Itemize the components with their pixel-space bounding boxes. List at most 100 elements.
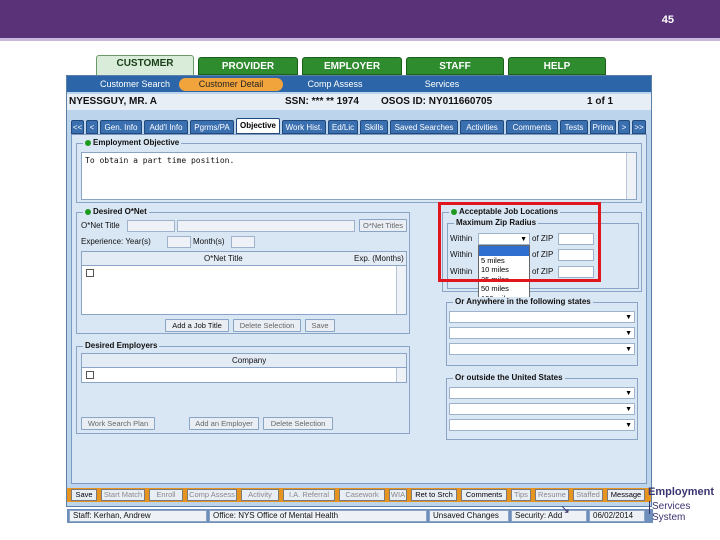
ret-to-srch-button[interactable]: Ret to Srch xyxy=(411,489,457,501)
section-tab-bar: << < Gen. Info Add'l Info Pgrms/PA Objec… xyxy=(71,118,649,134)
save-onet-button[interactable]: Save xyxy=(305,319,335,332)
enroll-button[interactable]: Enroll xyxy=(149,489,183,501)
tab-staff[interactable]: STAFF xyxy=(406,57,504,75)
logo-line-1: Employment xyxy=(648,486,715,498)
add-employer-button[interactable]: Add an Employer xyxy=(189,417,259,430)
highlight-box xyxy=(438,202,601,282)
tab-provider[interactable]: PROVIDER xyxy=(198,57,298,75)
tab-prima[interactable]: Prima xyxy=(590,120,616,134)
onet-title-input[interactable] xyxy=(177,220,355,232)
activity-button[interactable]: Activity xyxy=(241,489,279,501)
add-job-title-button[interactable]: Add a Job Title xyxy=(165,319,229,332)
tab-saved-searches[interactable]: Saved Searches xyxy=(390,120,458,134)
subnav-comp-assess[interactable]: Comp Assess xyxy=(289,77,381,91)
chevron-down-icon: ▼ xyxy=(625,330,632,337)
tab-activities[interactable]: Activities xyxy=(460,120,504,134)
onet-code-input[interactable] xyxy=(127,220,175,232)
state-select-1[interactable]: ▼ xyxy=(449,311,635,323)
tab-gen-info[interactable]: Gen. Info xyxy=(100,120,142,134)
required-dot-icon xyxy=(85,208,91,215)
casework-button[interactable]: Casework xyxy=(339,489,385,501)
col-company: Company xyxy=(232,356,267,365)
experience-months-input[interactable] xyxy=(231,236,255,248)
tab-pgrms-pa[interactable]: Pgrms/PA xyxy=(190,120,234,134)
start-match-button[interactable]: Start Match xyxy=(101,489,145,501)
employment-objective-legend: Employment Objective xyxy=(83,138,182,147)
customer-osos-id: OSOS ID: NY011660705 xyxy=(381,96,493,107)
comments-button[interactable]: Comments xyxy=(461,489,507,501)
state-select-3[interactable]: ▼ xyxy=(449,343,635,355)
employer-table: Company xyxy=(81,353,407,383)
tab-comments[interactable]: Comments xyxy=(506,120,558,134)
subnav-customer-detail[interactable]: Customer Detail xyxy=(179,78,283,91)
tips-button[interactable]: Tips xyxy=(511,489,531,501)
main-frame: Customer Search Customer Detail Comp Ass… xyxy=(66,75,653,523)
ess-logo-mark-icon: ↘ xyxy=(560,502,571,516)
record-pager: 1 of 1 xyxy=(587,96,614,107)
tab-next[interactable]: > xyxy=(618,120,630,134)
tab-first[interactable]: << xyxy=(71,120,84,134)
employment-objective-label: Employment Objective xyxy=(93,138,180,147)
chevron-down-icon: ▼ xyxy=(625,406,632,413)
tab-addl-info[interactable]: Add'l Info xyxy=(144,120,188,134)
customer-info-bar: NYESSGUY, MR. A SSN: *** ** 1974 OSOS ID… xyxy=(67,94,651,110)
experience-years-label: Experience: Year(s) xyxy=(81,237,151,246)
col-onet-title: O*Net Title xyxy=(204,254,243,263)
experience-months-label: Month(s) xyxy=(193,237,225,246)
employer-row-checkbox[interactable] xyxy=(86,371,94,379)
tab-objective[interactable]: Objective xyxy=(236,118,280,134)
tab-skills[interactable]: Skills xyxy=(360,120,388,134)
wia-button[interactable]: WIA xyxy=(389,489,407,501)
tab-tests[interactable]: Tests xyxy=(560,120,588,134)
country-select-2[interactable]: ▼ xyxy=(449,403,635,415)
desired-onet-legend: Desired O*Net xyxy=(83,207,149,216)
onet-title-label: O*Net Title xyxy=(81,221,120,230)
customer-sub-nav: Customer Search Customer Detail Comp Ass… xyxy=(67,76,651,92)
objective-scrollbar[interactable] xyxy=(626,153,636,199)
tab-ed-lic[interactable]: Ed/Lic xyxy=(328,120,358,134)
states-group: Or Anywhere in the following states ▼ ▼ … xyxy=(446,297,638,366)
subnav-customer-search[interactable]: Customer Search xyxy=(85,77,185,91)
delete-employer-selection-button[interactable]: Delete Selection xyxy=(263,417,333,430)
tab-employer[interactable]: EMPLOYER xyxy=(302,57,402,75)
work-search-plan-button[interactable]: Work Search Plan xyxy=(81,417,155,430)
ia-referral-button[interactable]: I.A. Referral xyxy=(283,489,335,501)
employer-table-scrollbar[interactable] xyxy=(396,368,406,382)
tab-work-hist[interactable]: Work Hist. xyxy=(282,120,326,134)
employment-objective-textarea[interactable]: To obtain a part time position. xyxy=(81,152,637,200)
state-select-2[interactable]: ▼ xyxy=(449,327,635,339)
required-dot-icon xyxy=(85,139,91,146)
country-select-3[interactable]: ▼ xyxy=(449,419,635,431)
subnav-services[interactable]: Services xyxy=(407,77,477,91)
radius-option-50[interactable]: 50 miles xyxy=(479,284,529,294)
tab-last[interactable]: >> xyxy=(632,120,646,134)
employer-table-header: Company xyxy=(82,354,406,368)
employment-objective-group: Employment Objective To obtain a part ti… xyxy=(76,138,642,203)
outside-us-legend: Or outside the United States xyxy=(453,373,565,382)
tab-prev[interactable]: < xyxy=(86,120,98,134)
customer-name: NYESSGUY, MR. A xyxy=(69,96,157,107)
tab-help[interactable]: HELP xyxy=(508,57,606,75)
experience-years-input[interactable] xyxy=(167,236,191,248)
chevron-down-icon: ▼ xyxy=(625,390,632,397)
action-bar: Save Start Match Enroll Comp Assess Acti… xyxy=(67,488,651,502)
tab-customer[interactable]: CUSTOMER xyxy=(96,55,194,77)
resume-button[interactable]: Resume xyxy=(535,489,569,501)
chevron-down-icon: ▼ xyxy=(625,314,632,321)
logo-line-2: Services System xyxy=(652,501,691,523)
slide-header-bar xyxy=(0,0,720,38)
save-button[interactable]: Save xyxy=(71,489,97,501)
chevron-down-icon: ▼ xyxy=(625,422,632,429)
delete-onet-selection-button[interactable]: Delete Selection xyxy=(233,319,301,332)
col-exp-months: Exp. (Months) xyxy=(354,254,404,263)
onet-row-checkbox[interactable] xyxy=(86,269,94,277)
top-tab-bar: CUSTOMER PROVIDER EMPLOYER STAFF HELP xyxy=(96,55,636,77)
comp-assess-button[interactable]: Comp Assess xyxy=(187,489,237,501)
desired-onet-group: Desired O*Net O*Net Title O*Net Titles E… xyxy=(76,207,410,334)
status-unsaved: Unsaved Changes xyxy=(429,510,509,522)
onet-titles-button[interactable]: O*Net Titles xyxy=(359,219,407,232)
onet-table-scrollbar[interactable] xyxy=(396,266,406,314)
country-select-1[interactable]: ▼ xyxy=(449,387,635,399)
status-security: Security: Add xyxy=(511,510,587,522)
slide-page-number: 45 xyxy=(661,14,674,26)
